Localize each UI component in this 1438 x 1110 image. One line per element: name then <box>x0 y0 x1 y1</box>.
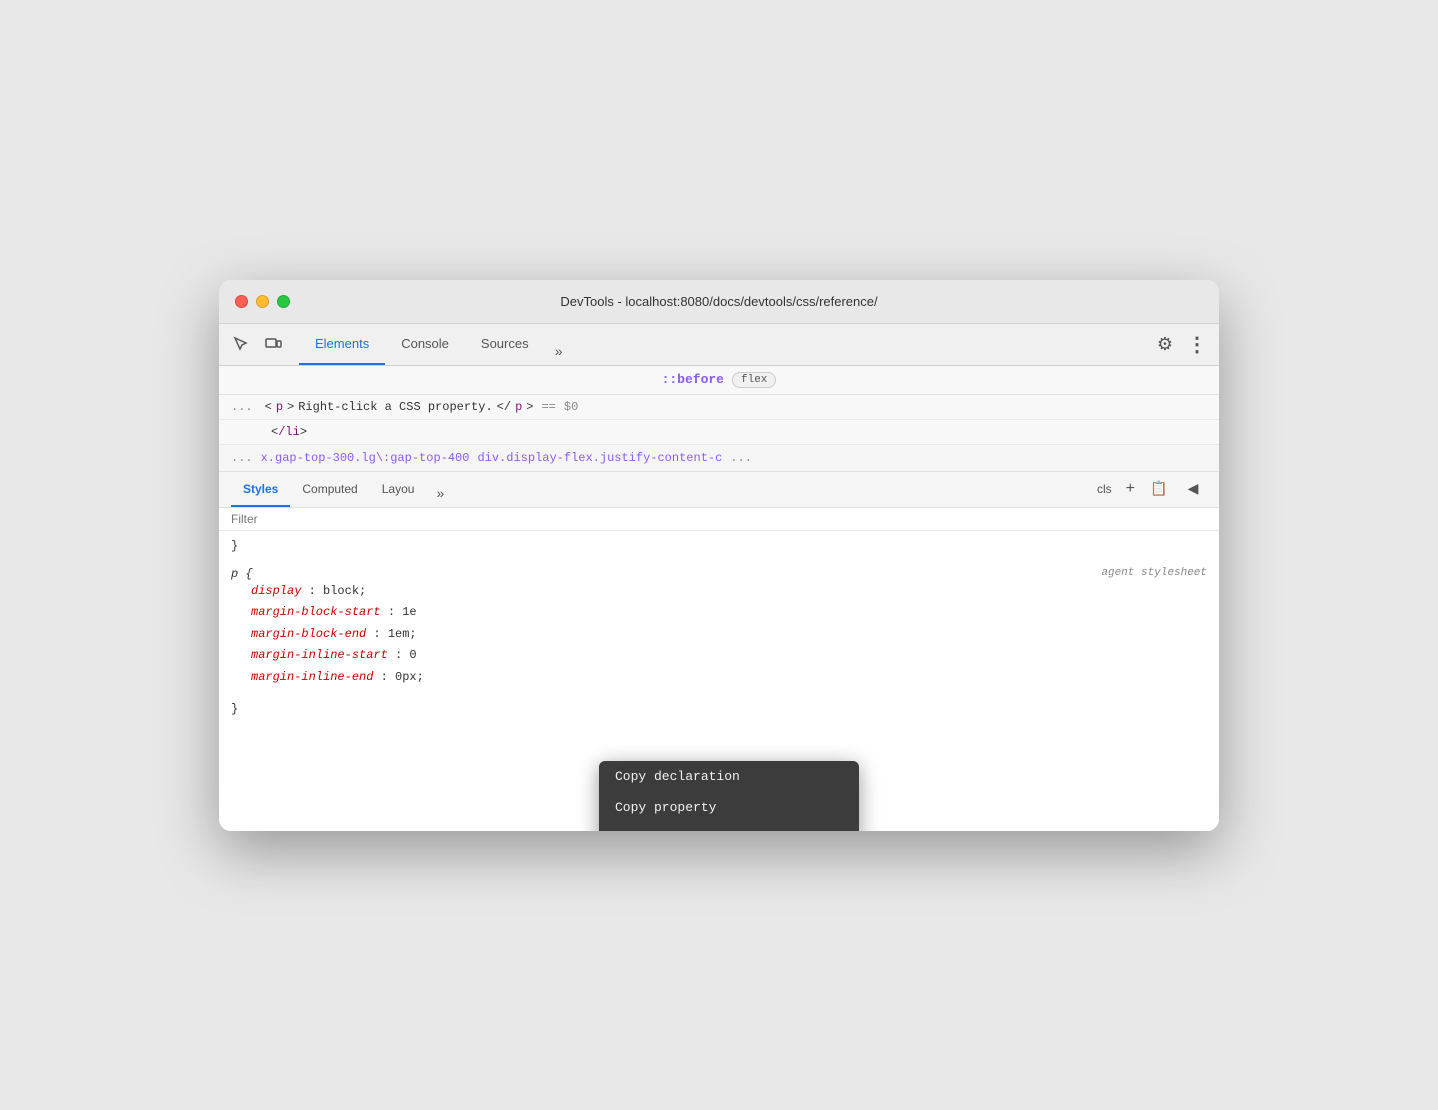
copy-styles-button[interactable]: 📋 <box>1145 475 1173 503</box>
selector-class-2[interactable]: div.display-flex.justify-content-c <box>477 451 722 465</box>
close-button[interactable] <box>235 295 248 308</box>
pseudo-element-label: ::before <box>662 372 724 387</box>
agent-stylesheet-label: agent stylesheet <box>1101 567 1207 579</box>
selector-class-1[interactable]: x.gap-top-300.lg\:gap-top-400 <box>261 451 470 465</box>
devtools-window: DevTools - localhost:8080/docs/devtools/… <box>219 280 1219 831</box>
css-close-brace-2: } <box>231 702 238 716</box>
tab-elements[interactable]: Elements <box>299 323 385 365</box>
dom-dots: ... <box>231 400 253 414</box>
flex-badge: flex <box>732 372 776 388</box>
context-menu-item-copy-declaration[interactable]: Copy declaration <box>599 761 859 792</box>
device-toggle-button[interactable] <box>259 330 287 358</box>
toolbar-right: ⚙ ⋮ <box>1151 330 1211 358</box>
tab-sources[interactable]: Sources <box>465 323 545 365</box>
css-content: } p { agent stylesheet display : block; … <box>219 531 1219 831</box>
tab-styles[interactable]: Styles <box>231 471 290 507</box>
selector-dots-left: ... <box>231 451 253 465</box>
selector-dots-right: ... <box>730 451 752 465</box>
breadcrumb-bar: ::before flex <box>219 366 1219 395</box>
context-menu-item-copy-value[interactable]: Copy value <box>599 823 859 831</box>
css-margin-block-end[interactable]: margin-block-end : 1em; <box>251 624 1207 646</box>
css-rule-p: p { agent stylesheet display : block; ma… <box>231 567 1207 717</box>
filter-bar <box>219 508 1219 531</box>
toggle-sidebar-button[interactable]: ◀ <box>1179 475 1207 503</box>
context-menu-item-copy-property[interactable]: Copy property <box>599 792 859 823</box>
styles-tabs-bar: Styles Computed Layou » cls + 📋 ◀ <box>219 472 1219 508</box>
more-tabs-button[interactable]: » <box>545 337 573 365</box>
css-display[interactable]: display : block; <box>251 581 1207 603</box>
css-margin-inline-start[interactable]: margin-inline-start : 0 <box>251 645 1207 667</box>
tab-layout[interactable]: Layou <box>370 471 427 507</box>
tab-computed[interactable]: Computed <box>290 471 369 507</box>
context-menu: Copy declaration Copy property Copy valu… <box>599 761 859 831</box>
dom-closing-tag-line: </li> <box>219 420 1219 445</box>
filter-input[interactable] <box>231 512 1207 526</box>
css-margin-block-start[interactable]: margin-block-start : 1e <box>251 602 1207 624</box>
styles-toolbar-right: cls + 📋 ◀ <box>1093 475 1207 507</box>
toolbar-icons <box>227 330 287 358</box>
more-options-button[interactable]: ⋮ <box>1183 330 1211 358</box>
css-margin-inline-end[interactable]: margin-inline-end : 0px; <box>251 667 1207 689</box>
settings-button[interactable]: ⚙ <box>1151 330 1179 358</box>
selector-bar: ... x.gap-top-300.lg\:gap-top-400 div.di… <box>219 445 1219 472</box>
cls-button[interactable]: cls <box>1093 480 1116 498</box>
inspect-element-button[interactable] <box>227 330 255 358</box>
more-styles-tabs-button[interactable]: » <box>426 479 454 507</box>
dom-inspector-line: ... <p> Right-click a CSS property. </p>… <box>219 395 1219 420</box>
maximize-button[interactable] <box>277 295 290 308</box>
minimize-button[interactable] <box>256 295 269 308</box>
devtools-toolbar: Elements Console Sources » ⚙ ⋮ <box>219 324 1219 366</box>
tab-console[interactable]: Console <box>385 323 465 365</box>
devtools-body: ::before flex ... <p> Right-click a CSS … <box>219 366 1219 831</box>
add-rule-button[interactable]: + <box>1122 478 1139 500</box>
tab-bar: Elements Console Sources » <box>299 324 1151 365</box>
titlebar: DevTools - localhost:8080/docs/devtools/… <box>219 280 1219 324</box>
css-close-brace-1: } <box>231 539 238 553</box>
dom-text-content: Right-click a CSS property. <box>298 400 492 414</box>
window-title: DevTools - localhost:8080/docs/devtools/… <box>560 294 877 309</box>
traffic-lights <box>235 295 290 308</box>
